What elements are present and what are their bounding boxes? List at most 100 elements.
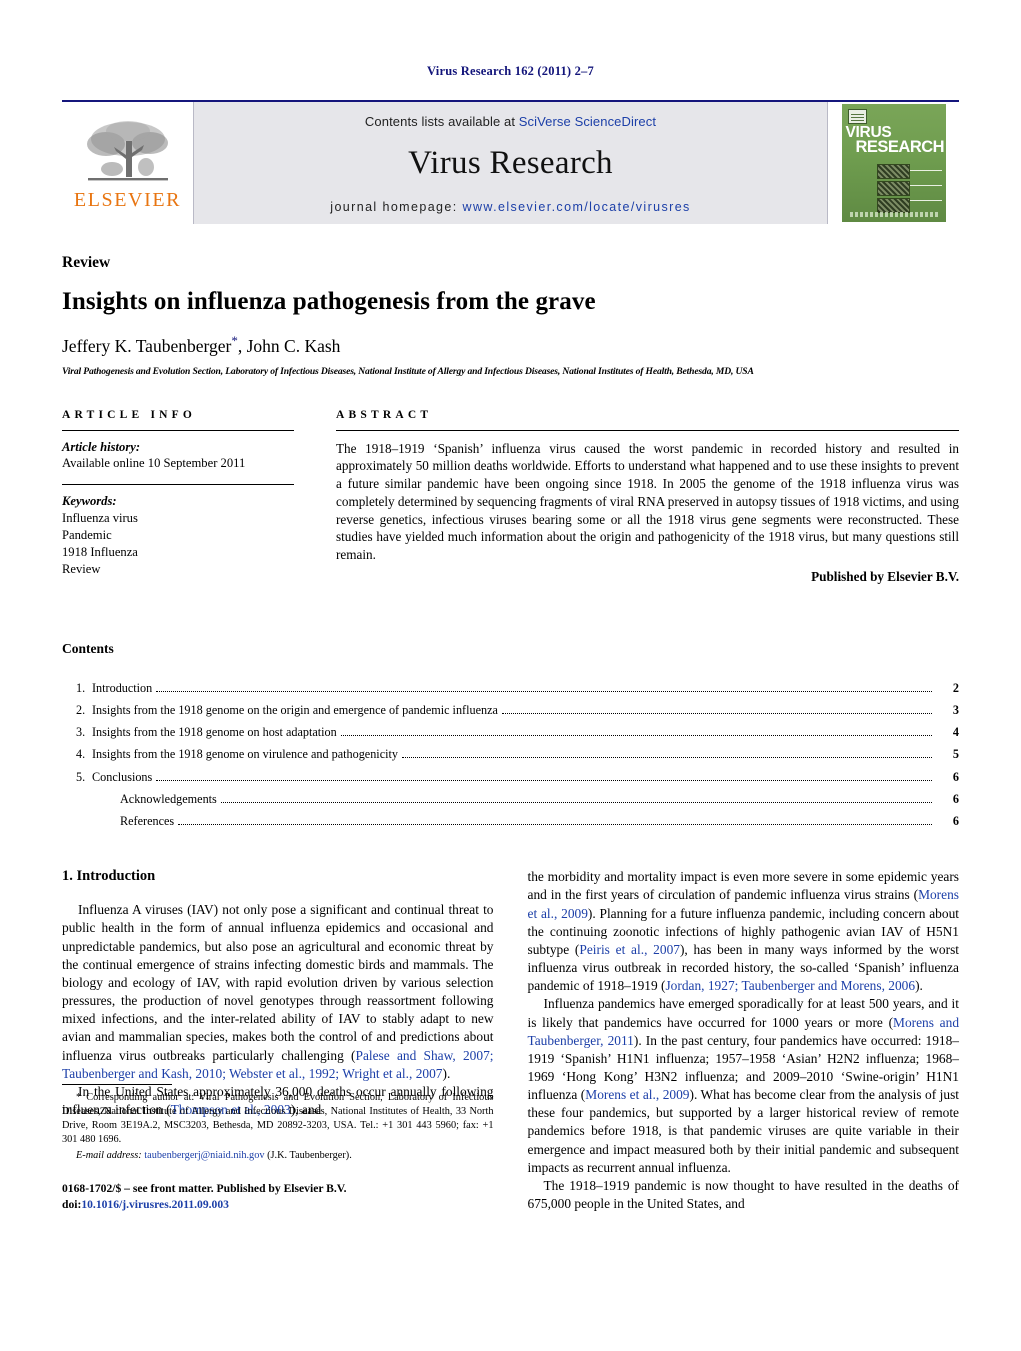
section-heading-introduction: 1. Introduction — [62, 868, 156, 885]
toc-number: 1. — [76, 680, 86, 695]
publisher-logo: ELSEVIER — [62, 102, 194, 224]
issn-copyright-line: 0168-1702/$ – see front matter. Publishe… — [62, 1181, 494, 1213]
email-label: E-mail address: — [76, 1149, 142, 1161]
doi-label: doi: — [62, 1198, 82, 1211]
toc-page-number: 6 — [952, 814, 959, 829]
toc-page-number: 5 — [952, 747, 959, 762]
cover-title-line2: RESEARCH — [855, 138, 945, 157]
toc-label[interactable]: Insights from the 1918 genome on the ori… — [92, 699, 498, 721]
journal-homepage-line: journal homepage: www.elsevier.com/locat… — [330, 200, 690, 214]
toc-leader — [220, 801, 932, 803]
keyword-item: 1918 Influenza — [62, 544, 138, 559]
paragraph-text: ). — [915, 978, 923, 994]
toc-entry[interactable]: 3. Insights from the 1918 genome on host… — [62, 721, 959, 743]
issn-text: 0168-1702/$ – see front matter. Publishe… — [62, 1181, 347, 1195]
toc-leader — [401, 757, 932, 759]
paragraph: The 1918–1919 pandemic is now thought to… — [527, 1177, 960, 1212]
author-list: Jeffery K. Taubenberger*, John C. Kash — [62, 333, 959, 357]
doi-link[interactable]: 10.1016/j.virusres.2011.09.003 — [81, 1198, 229, 1211]
masthead-center: Contents lists available at SciVerse Sci… — [194, 102, 827, 224]
keyword-item: Pandemic — [62, 528, 112, 543]
sciencedirect-link[interactable]: SciVerse ScienceDirect — [519, 114, 656, 129]
toc-leader — [178, 824, 932, 826]
toc-page-number: 6 — [952, 791, 959, 806]
cover-badge-icon — [847, 109, 867, 124]
elsevier-wordmark: ELSEVIER — [73, 188, 182, 211]
table-of-contents: 1. Introduction 2 2. Insights from the 1… — [62, 677, 959, 832]
page-title: Insights on influenza pathogenesis from … — [62, 288, 596, 315]
article-page: Virus Research 162 (2011) 2–7 ELSEVIER C… — [0, 0, 1021, 1351]
article-type: Review — [62, 254, 111, 271]
toc-entry[interactable]: 1. Introduction 2 — [62, 677, 959, 699]
info-abstract-row: ARTICLE INFO Article history: Available … — [62, 409, 959, 585]
toc-page-number: 6 — [952, 769, 959, 784]
paragraph-text: the morbidity and mortality impact is ev… — [527, 869, 960, 903]
left-column: 1. Introduction Influenza A viruses (IAV… — [62, 868, 494, 1213]
toc-leader — [340, 735, 932, 737]
paragraph: Influenza A viruses (IAV) not only pose … — [62, 901, 494, 1083]
contents-available-line: Contents lists available at SciVerse Sci… — [365, 114, 656, 129]
running-head: Virus Research 162 (2011) 2–7 — [427, 64, 594, 78]
footnote-area: * Corresponding author at: Viral Pathoge… — [62, 1084, 494, 1213]
corresponding-author-note: * Corresponding author at: Viral Pathoge… — [62, 1091, 494, 1147]
toc-label[interactable]: Insights from the 1918 genome on virulen… — [92, 743, 398, 765]
cover-leader-line-2 — [909, 185, 942, 186]
keyword-item: Influenza virus — [62, 511, 138, 526]
toc-page-number: 4 — [952, 725, 959, 740]
contents-prefix: Contents lists available at — [364, 114, 519, 129]
keywords-block: Keywords: Influenza virus Pandemic 1918 … — [62, 485, 294, 577]
toc-entry[interactable]: 4. Insights from the 1918 genome on viru… — [62, 743, 959, 765]
article-history-value: Available online 10 September 2011 — [62, 456, 246, 471]
abstract-label: ABSTRACT — [336, 408, 433, 421]
keywords-label: Keywords: — [62, 494, 117, 509]
citation-link[interactable]: Jordan, 1927; Taubenberger and Morens, 2… — [665, 978, 915, 993]
article-info-label: ARTICLE INFO — [62, 408, 197, 421]
toc-entry[interactable]: Acknowledgements 6 — [62, 788, 959, 810]
cover-footer-text — [849, 212, 940, 217]
toc-label[interactable]: Conclusions — [92, 766, 152, 788]
toc-label[interactable]: Acknowledgements — [92, 788, 217, 810]
toc-leader — [156, 779, 932, 781]
journal-homepage-link[interactable]: www.elsevier.com/locate/virusres — [463, 200, 691, 214]
article-info-column: ARTICLE INFO Article history: Available … — [62, 409, 294, 585]
article-history-label: Article history: — [62, 439, 141, 454]
paragraph: the morbidity and mortality impact is ev… — [528, 868, 960, 995]
journal-title: Virus Research — [408, 145, 613, 181]
footnote-divider — [62, 1084, 172, 1086]
body-columns: 1. Introduction Influenza A viruses (IAV… — [62, 868, 959, 1213]
cover-micrograph-panels — [876, 164, 910, 215]
toc-page-number: 2 — [952, 680, 959, 695]
author-primary: Jeffery K. Taubenberger — [62, 335, 232, 356]
contents-heading: Contents — [62, 640, 114, 656]
abstract-text: The 1918–1919 ‘Spanish’ influenza virus … — [336, 440, 959, 563]
doi-line: doi:10.1016/j.virusres.2011.09.003 — [62, 1197, 494, 1213]
toc-number: 5. — [76, 769, 86, 784]
paragraph: Influenza pandemics have emerged sporadi… — [528, 995, 960, 1177]
toc-label[interactable]: References — [92, 810, 174, 832]
cover-title: VIRUS RESEARCH — [846, 125, 945, 157]
toc-label[interactable]: Insights from the 1918 genome on host ad… — [92, 721, 337, 743]
email-owner: (J.K. Taubenberger). — [267, 1149, 352, 1161]
citation-link[interactable]: Morens et al., 2009 — [585, 1087, 689, 1102]
paragraph-text: ). — [442, 1065, 451, 1081]
author-affiliation: Viral Pathogenesis and Evolution Section… — [62, 365, 754, 377]
homepage-prefix: journal homepage: — [330, 200, 463, 214]
abstract-column: ABSTRACT The 1918–1919 ‘Spanish’ influen… — [336, 409, 959, 585]
author-secondary: , John C. Kash — [237, 335, 341, 356]
toc-entry[interactable]: 2. Insights from the 1918 genome on the … — [62, 699, 959, 721]
toc-label[interactable]: Introduction — [92, 677, 152, 699]
citation-link[interactable]: Peiris et al., 2007 — [579, 942, 680, 957]
toc-leader — [501, 713, 932, 715]
email-link[interactable]: taubenbergerj@niaid.nih.gov — [144, 1150, 264, 1161]
toc-number: 4. — [76, 747, 86, 762]
cover-leader-line-1 — [909, 170, 942, 171]
elsevier-tree-icon — [86, 120, 168, 180]
toc-entry[interactable]: References 6 — [62, 810, 959, 832]
toc-entry[interactable]: 5. Conclusions 6 — [62, 766, 959, 788]
footnote-text: Corresponding author at: Viral Pathogene… — [62, 1092, 494, 1145]
cover-leader-line-3 — [909, 200, 942, 201]
journal-masthead: ELSEVIER Contents lists available at Sci… — [62, 100, 959, 224]
journal-cover-container: VIRUS RESEARCH — [827, 102, 959, 224]
email-note: E-mail address: taubenbergerj@niaid.nih.… — [62, 1149, 494, 1163]
toc-leader — [156, 690, 932, 692]
